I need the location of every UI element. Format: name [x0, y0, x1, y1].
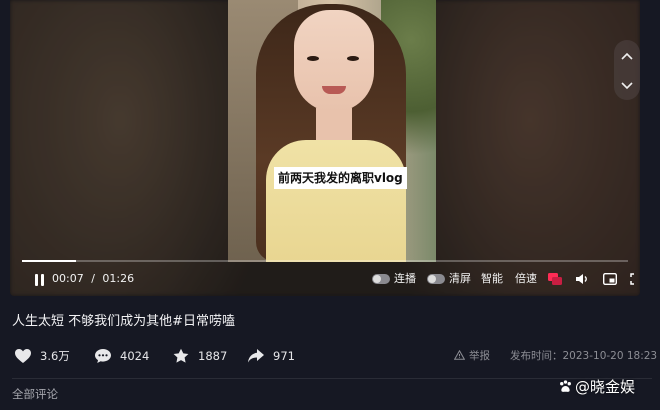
- time-separator: /: [91, 272, 95, 285]
- picture-in-picture-icon: [602, 272, 618, 286]
- chevron-up-icon: [621, 52, 633, 60]
- like-count: 3.6万: [40, 349, 70, 363]
- fullscreen-button[interactable]: [630, 273, 640, 285]
- favorite-count: 1887: [198, 349, 228, 363]
- share-count: 971: [273, 349, 295, 363]
- comment-button[interactable]: 4024: [94, 344, 149, 368]
- smart-button[interactable]: 智能: [481, 266, 503, 292]
- star-icon: [173, 348, 189, 363]
- video-player[interactable]: 前两天我发的离职vlog 00:07 / 01:26 连播 清屏 智能 倍速: [10, 0, 640, 296]
- person-eye-left: [307, 56, 319, 61]
- warning-icon: [453, 349, 466, 360]
- danmaku-button[interactable]: [548, 273, 562, 285]
- volume-button[interactable]: [575, 273, 589, 285]
- video-frame[interactable]: [228, 0, 436, 262]
- autoplay-toggle[interactable]: 连播: [372, 266, 416, 292]
- danmaku-icon: [548, 273, 562, 285]
- like-button[interactable]: 3.6万: [14, 344, 70, 368]
- progress-bar-fill: [22, 260, 76, 262]
- share-button[interactable]: 971: [247, 344, 295, 368]
- clear-screen-switch[interactable]: [427, 274, 445, 284]
- current-time: 00:07: [52, 272, 84, 285]
- time-display: 00:07 / 01:26: [52, 266, 134, 292]
- person-mouth: [322, 86, 346, 94]
- duration: 01:26: [102, 272, 135, 285]
- section-divider: [12, 378, 652, 379]
- watermark-text: @晓金娱: [575, 378, 636, 396]
- clear-screen-label: 清屏: [449, 272, 471, 285]
- person-eye-right: [347, 56, 359, 61]
- report-label: 举报: [469, 350, 490, 362]
- next-video-button[interactable]: [614, 70, 640, 100]
- video-title: 人生太短 不够我们成为其他#日常唠嗑: [12, 314, 236, 329]
- volume-icon: [576, 274, 587, 284]
- pause-icon[interactable]: [34, 274, 46, 286]
- engagement-bar: 3.6万 4024 1887 971 举报 发布时间：2023-10-20 18…: [12, 344, 657, 368]
- fullscreen-icon: [630, 273, 640, 285]
- progress-bar[interactable]: [22, 260, 628, 262]
- report-link[interactable]: 举报: [453, 344, 490, 368]
- person-face: [294, 10, 374, 112]
- watermark: @晓金娱: [558, 376, 635, 397]
- comment-count: 4024: [120, 349, 150, 363]
- person-sweater: [266, 140, 406, 262]
- heart-icon: [15, 349, 31, 363]
- paw-icon: [560, 380, 571, 392]
- comment-icon: [95, 349, 111, 363]
- picture-in-picture-button[interactable]: [602, 272, 618, 286]
- favorite-button[interactable]: 1887: [172, 344, 227, 368]
- player-controls: 00:07 / 01:26 连播 清屏 智能 倍速: [22, 266, 640, 292]
- publish-time: 发布时间：2023-10-20 18:23: [510, 350, 658, 362]
- tab-all-comments[interactable]: 全部评论: [12, 386, 58, 402]
- clear-screen-toggle[interactable]: 清屏: [427, 266, 471, 292]
- video-caption: 前两天我发的离职vlog: [274, 167, 407, 189]
- autoplay-label: 连播: [394, 272, 416, 285]
- video-nav-switcher: [614, 40, 640, 100]
- share-icon: [248, 349, 264, 363]
- chevron-down-icon: [621, 81, 633, 89]
- previous-video-button[interactable]: [614, 40, 640, 70]
- autoplay-switch[interactable]: [372, 274, 390, 284]
- speed-button[interactable]: 倍速: [515, 266, 537, 292]
